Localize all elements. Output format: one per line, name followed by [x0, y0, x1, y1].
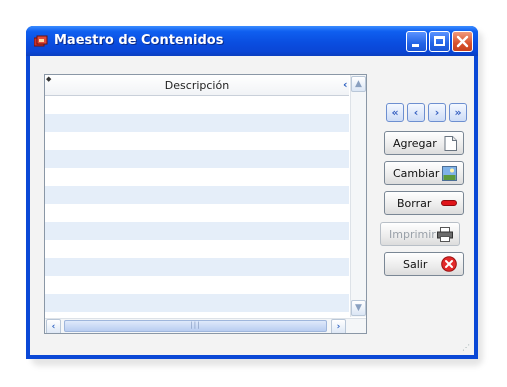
maximize-icon [434, 36, 445, 46]
contents-grid[interactable]: ◆ Descripción ‹ ▲ ▼ ‹ ||| › [44, 74, 367, 334]
minimize-icon [412, 44, 419, 47]
last-record-button[interactable]: » [449, 103, 467, 122]
scroll-up-button[interactable]: ▲ [351, 76, 366, 92]
delete-button-label: Borrar [397, 197, 432, 210]
delete-button[interactable]: Borrar [384, 191, 464, 215]
scroll-left-button[interactable]: ‹ [46, 319, 61, 333]
title-bar[interactable]: Maestro de Contenidos [26, 26, 478, 56]
exit-button-label: Salir [403, 258, 428, 271]
change-button-label: Cambiar [393, 167, 440, 180]
first-record-button[interactable]: « [386, 103, 404, 122]
print-button[interactable]: Imprimir [380, 222, 460, 246]
exit-button[interactable]: Salir [384, 252, 464, 276]
print-button-label: Imprimir [389, 228, 436, 241]
minimize-button[interactable] [406, 31, 427, 52]
window-client-area: ◆ Descripción ‹ ▲ ▼ ‹ ||| › « ‹ › » Agre… [30, 56, 474, 355]
table-row[interactable] [45, 150, 349, 168]
horizontal-scrollbar[interactable]: ‹ ||| › [45, 318, 366, 333]
red-x-icon [441, 256, 457, 272]
close-button[interactable] [452, 31, 473, 52]
new-document-icon [444, 136, 457, 151]
horizontal-scroll-thumb[interactable]: ||| [64, 320, 327, 332]
previous-record-button[interactable]: ‹ [407, 103, 425, 122]
resize-grip-icon[interactable]: ⋰ [462, 343, 470, 352]
table-row[interactable] [45, 132, 349, 150]
scroll-right-button[interactable]: › [331, 319, 346, 333]
next-record-button[interactable]: › [428, 103, 446, 122]
close-icon [456, 35, 469, 48]
add-button-label: Agregar [393, 137, 437, 150]
main-window: Maestro de Contenidos ◆ Descripción ‹ ▲ … [26, 26, 478, 359]
column-header-descripcion[interactable]: Descripción [45, 79, 349, 92]
table-row[interactable] [45, 276, 349, 294]
grid-header: ◆ Descripción ‹ [45, 75, 349, 96]
maximize-button[interactable] [429, 31, 450, 52]
record-navigation: « ‹ › » [386, 103, 470, 123]
vertical-scrollbar[interactable]: ▲ ▼ [350, 75, 366, 317]
printer-icon [437, 227, 453, 242]
table-row[interactable] [45, 222, 349, 240]
table-row[interactable] [45, 294, 349, 312]
grid-rows [45, 96, 349, 330]
table-row[interactable] [45, 114, 349, 132]
red-dash-icon [441, 200, 457, 206]
table-row[interactable] [45, 204, 349, 222]
scroll-down-button[interactable]: ▼ [351, 300, 366, 316]
window-title: Maestro de Contenidos [54, 33, 224, 48]
table-row[interactable] [45, 96, 349, 114]
add-button[interactable]: Agregar [384, 131, 464, 155]
picture-icon [442, 166, 457, 181]
table-row[interactable] [45, 186, 349, 204]
header-scroll-left-icon[interactable]: ‹ [343, 78, 348, 91]
table-row[interactable] [45, 240, 349, 258]
app-icon [34, 35, 48, 47]
change-button[interactable]: Cambiar [384, 161, 464, 185]
table-row[interactable] [45, 168, 349, 186]
table-row[interactable] [45, 258, 349, 276]
